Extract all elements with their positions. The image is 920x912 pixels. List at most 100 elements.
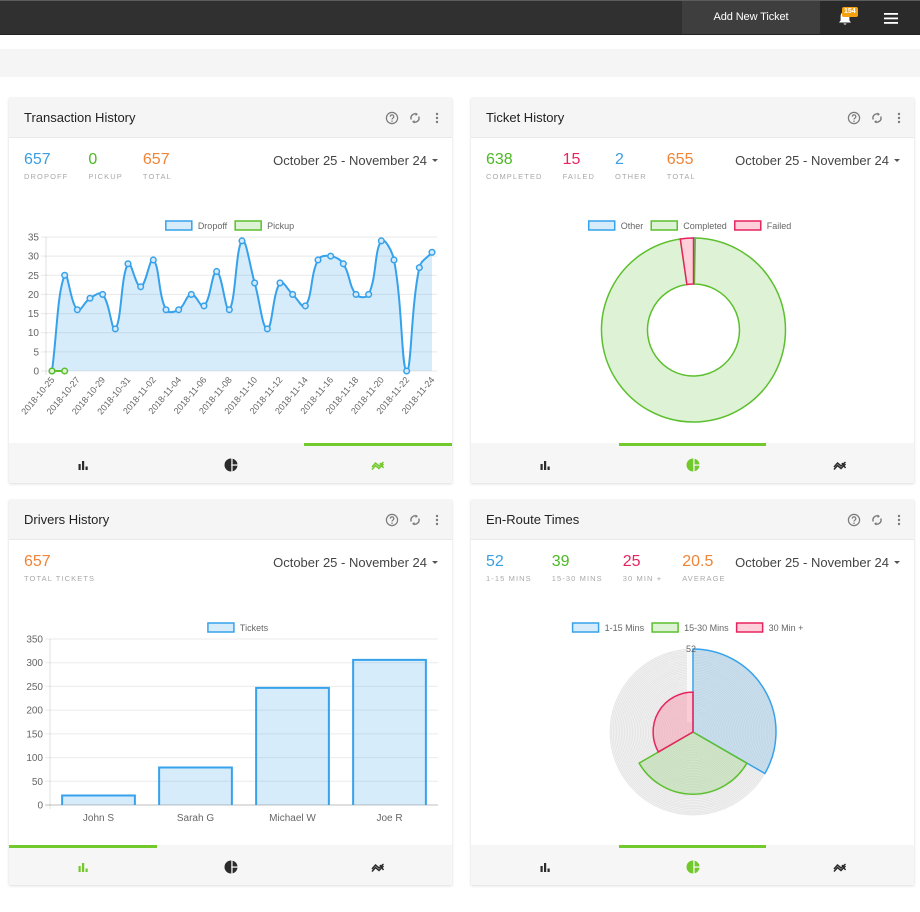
legend-swatch[interactable] [207,622,235,633]
chart-type-tabs [471,443,915,483]
data-point-dropoff[interactable] [314,256,322,264]
bar[interactable] [62,795,135,805]
y-tick-label: 10 [28,328,40,339]
data-point-dropoff[interactable] [162,306,170,314]
y-tick-label: 15 [28,309,40,320]
data-point-dropoff[interactable] [365,290,373,298]
data-point-dropoff[interactable] [415,264,423,272]
data-point-dropoff[interactable] [86,294,94,302]
data-point-dropoff[interactable] [213,267,221,276]
tab-line-chart[interactable] [766,845,915,885]
date-range-dropdown[interactable]: October 25 - November 24 [273,153,438,168]
legend-label[interactable]: Completed [683,221,727,231]
panel-title: Ticket History [486,110,565,125]
legend-swatch[interactable] [587,220,616,231]
data-point-dropoff[interactable] [61,271,69,279]
data-point-dropoff[interactable] [225,306,233,314]
bar[interactable] [256,687,329,805]
data-point-dropoff[interactable] [149,256,157,264]
chart-legend: 1-15 Mins 15-30 Mins 30 Min + [571,622,804,633]
data-point-dropoff[interactable] [200,302,208,310]
tab-pie-chart[interactable] [618,845,767,885]
help-icon[interactable] [847,111,861,125]
data-point-dropoff[interactable] [301,302,309,310]
panel-title: En-Route Times [486,512,580,527]
more-options-icon[interactable] [430,111,444,125]
data-point-dropoff[interactable] [124,260,132,268]
tab-pie-chart[interactable] [156,845,305,885]
tab-bar-chart[interactable] [471,443,619,483]
legend-swatch[interactable] [165,220,193,231]
stat-value: 39 [551,553,570,570]
line-chart-icon [833,860,847,874]
data-point-dropoff[interactable] [339,260,347,268]
data-point-dropoff[interactable] [187,290,195,298]
data-point-dropoff[interactable] [263,325,271,333]
tab-bar-chart[interactable] [471,845,619,885]
legend-label[interactable]: Dropoff [198,221,228,231]
help-icon[interactable] [847,513,861,527]
refresh-icon[interactable] [870,513,884,527]
data-point-dropoff[interactable] [289,290,297,298]
legend-swatch[interactable] [734,220,762,231]
bar[interactable] [159,767,232,805]
refresh-icon[interactable] [870,111,884,125]
data-point-dropoff[interactable] [377,237,385,245]
data-point-pickup[interactable] [48,367,56,375]
date-range-dropdown[interactable]: October 25 - November 24 [735,153,900,168]
legend-label[interactable]: 1-15 Mins [605,623,645,633]
refresh-icon[interactable] [408,111,422,125]
tab-line-chart[interactable] [304,443,453,483]
legend-label[interactable]: 15-30 Mins [684,623,729,633]
legend-swatch[interactable] [651,622,679,633]
add-new-ticket-button[interactable]: Add New Ticket [682,1,820,34]
data-point-dropoff[interactable] [175,306,183,314]
legend-label[interactable]: 30 Min + [769,623,804,633]
bar-chart-icon [538,860,552,874]
data-point-dropoff[interactable] [327,252,335,260]
more-options-icon[interactable] [430,513,444,527]
y-tick-label: 200 [26,706,43,717]
more-options-icon[interactable] [892,513,906,527]
legend-label[interactable]: Failed [767,221,792,231]
refresh-icon[interactable] [408,513,422,527]
tab-pie-chart[interactable] [156,443,305,483]
line-chart-icon [371,860,385,874]
stats-row: 657 TOTAL TICKETS [24,554,115,584]
stat-other: 2 OTHER [615,152,647,182]
legend-swatch[interactable] [650,220,678,231]
data-point-dropoff[interactable] [276,279,284,287]
legend-swatch[interactable] [571,622,600,633]
data-point-dropoff[interactable] [99,290,107,298]
help-icon[interactable] [385,513,399,527]
help-icon[interactable] [385,111,399,125]
data-point-dropoff[interactable] [403,367,411,375]
tab-bar-chart[interactable] [9,845,157,885]
tab-line-chart[interactable] [304,845,453,885]
data-point-dropoff[interactable] [238,237,246,245]
bar[interactable] [353,659,426,805]
data-point-dropoff[interactable] [73,306,81,314]
data-point-dropoff[interactable] [251,279,259,287]
legend-label[interactable]: Other [621,221,644,231]
data-point-dropoff[interactable] [111,325,119,333]
data-point-dropoff[interactable] [352,290,360,298]
data-point-dropoff[interactable] [137,283,145,291]
data-point-dropoff[interactable] [428,248,436,256]
date-range-dropdown[interactable]: October 25 - November 24 [735,555,900,570]
date-range-dropdown[interactable]: October 25 - November 24 [273,555,438,570]
notification-count-badge[interactable]: 154 [842,7,858,17]
stat-label: TOTAL TICKETS [24,574,96,583]
legend-swatch[interactable] [735,622,764,633]
legend-label[interactable]: Tickets [240,623,269,633]
data-point-pickup[interactable] [61,367,69,375]
tab-bar-chart[interactable] [9,443,157,483]
legend-label[interactable]: Pickup [267,221,294,231]
tab-pie-chart[interactable] [618,443,767,483]
legend-swatch[interactable] [234,220,262,231]
more-options-icon[interactable] [892,111,906,125]
tab-line-chart[interactable] [766,443,915,483]
hamburger-menu-icon[interactable] [884,12,900,25]
data-point-dropoff[interactable] [390,256,398,264]
caret-down-icon [432,159,438,163]
